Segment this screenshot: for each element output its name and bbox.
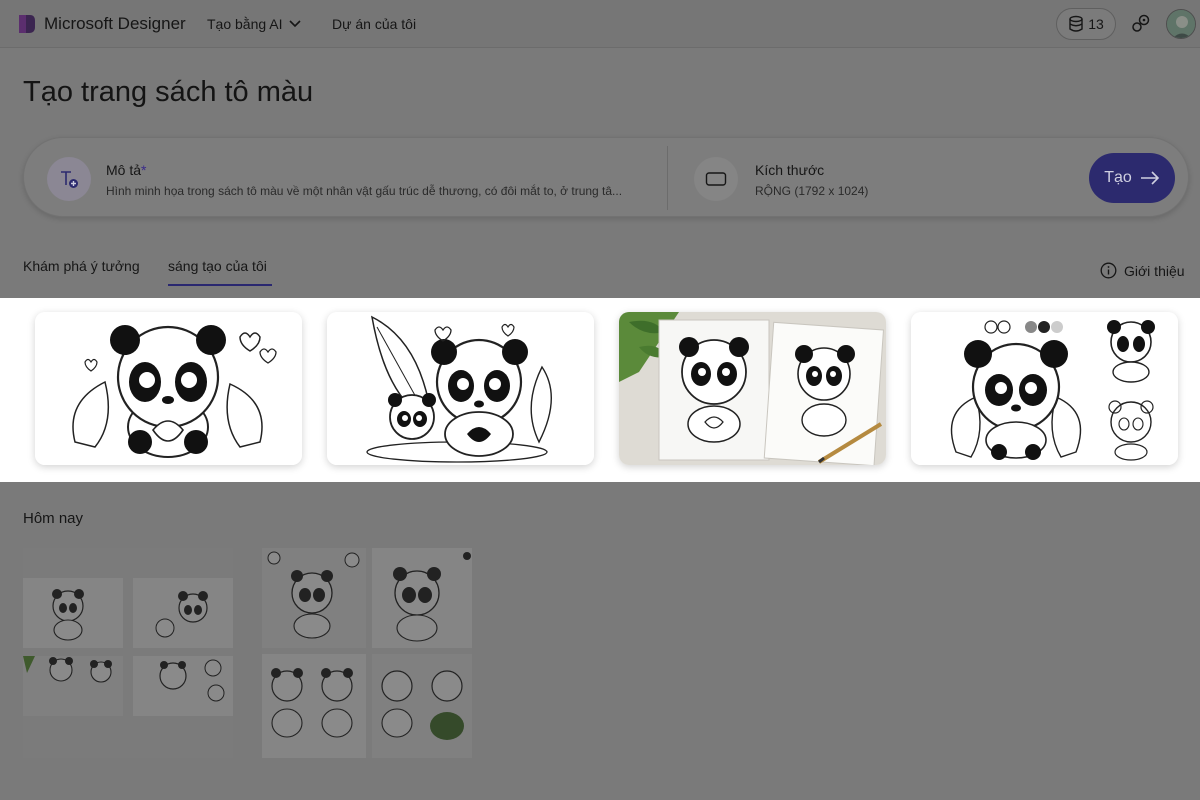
designer-logo-icon[interactable] bbox=[16, 13, 36, 35]
description-icon-wrap[interactable] bbox=[47, 157, 91, 201]
history-grid-1 bbox=[23, 548, 233, 758]
rectangle-icon bbox=[705, 172, 727, 186]
about-button[interactable]: Giới thiệu bbox=[1100, 262, 1185, 279]
avatar-image bbox=[1167, 10, 1195, 38]
tab-explore-ideas[interactable]: Khám phá ý tưởng bbox=[23, 258, 140, 274]
tab-my-creations[interactable]: sáng tạo của tôi bbox=[168, 258, 267, 274]
arrow-right-icon bbox=[1140, 171, 1159, 185]
active-tab-indicator bbox=[168, 284, 272, 286]
create-button[interactable]: Tạo bbox=[1089, 153, 1175, 203]
chevron-down-icon bbox=[288, 20, 301, 28]
required-mark: * bbox=[141, 162, 147, 178]
description-input[interactable]: Hình minh họa trong sách tô màu về một n… bbox=[106, 184, 646, 198]
create-button-label: Tạo bbox=[1104, 169, 1132, 186]
nav-create-with-ai[interactable]: Tạo bằng AI bbox=[207, 16, 301, 32]
panda-illustration-1 bbox=[35, 312, 302, 465]
credits-count: 13 bbox=[1088, 16, 1104, 32]
panda-illustration-2 bbox=[327, 312, 594, 465]
panda-mockup-illustration-3 bbox=[619, 312, 886, 465]
avatar[interactable] bbox=[1166, 9, 1196, 39]
credits-button[interactable]: 13 bbox=[1056, 8, 1116, 40]
page-title: Tạo trang sách tô màu bbox=[23, 76, 314, 108]
result-card-1[interactable] bbox=[35, 312, 302, 465]
size-label: Kích thước bbox=[755, 162, 825, 178]
tools-icon[interactable] bbox=[1130, 13, 1152, 35]
size-icon-wrap[interactable] bbox=[694, 157, 738, 201]
info-icon bbox=[1100, 262, 1117, 279]
prompt-bar: Mô tả* Hình minh họa trong sách tô màu v… bbox=[23, 137, 1189, 217]
page-overlay: Microsoft Designer Tạo bằng AI Dự án của… bbox=[0, 0, 1200, 800]
text-add-icon bbox=[61, 171, 78, 188]
top-bar: Microsoft Designer Tạo bằng AI Dự án của… bbox=[0, 0, 1200, 48]
history-grid-2 bbox=[262, 548, 472, 758]
panda-illustration-4 bbox=[911, 312, 1178, 465]
result-card-4[interactable] bbox=[911, 312, 1178, 465]
history-thumbnail-2[interactable] bbox=[262, 548, 472, 758]
description-label-text: Mô tả bbox=[106, 162, 142, 178]
coin-stack-icon bbox=[1069, 15, 1083, 32]
description-label: Mô tả* bbox=[106, 162, 146, 178]
nav-my-projects[interactable]: Dự án của tôi bbox=[332, 16, 416, 32]
history-thumbnail-1[interactable] bbox=[23, 548, 233, 758]
result-card-3[interactable] bbox=[619, 312, 886, 465]
size-selector[interactable]: RỘNG (1792 x 1024) bbox=[755, 184, 868, 198]
history-section-title: Hôm nay bbox=[23, 510, 84, 527]
result-card-2[interactable] bbox=[327, 312, 594, 465]
divider bbox=[667, 146, 668, 210]
app-title[interactable]: Microsoft Designer bbox=[44, 14, 186, 34]
about-label: Giới thiệu bbox=[1124, 262, 1185, 279]
nav-create-label: Tạo bằng AI bbox=[207, 16, 283, 32]
generated-results bbox=[0, 298, 1200, 482]
